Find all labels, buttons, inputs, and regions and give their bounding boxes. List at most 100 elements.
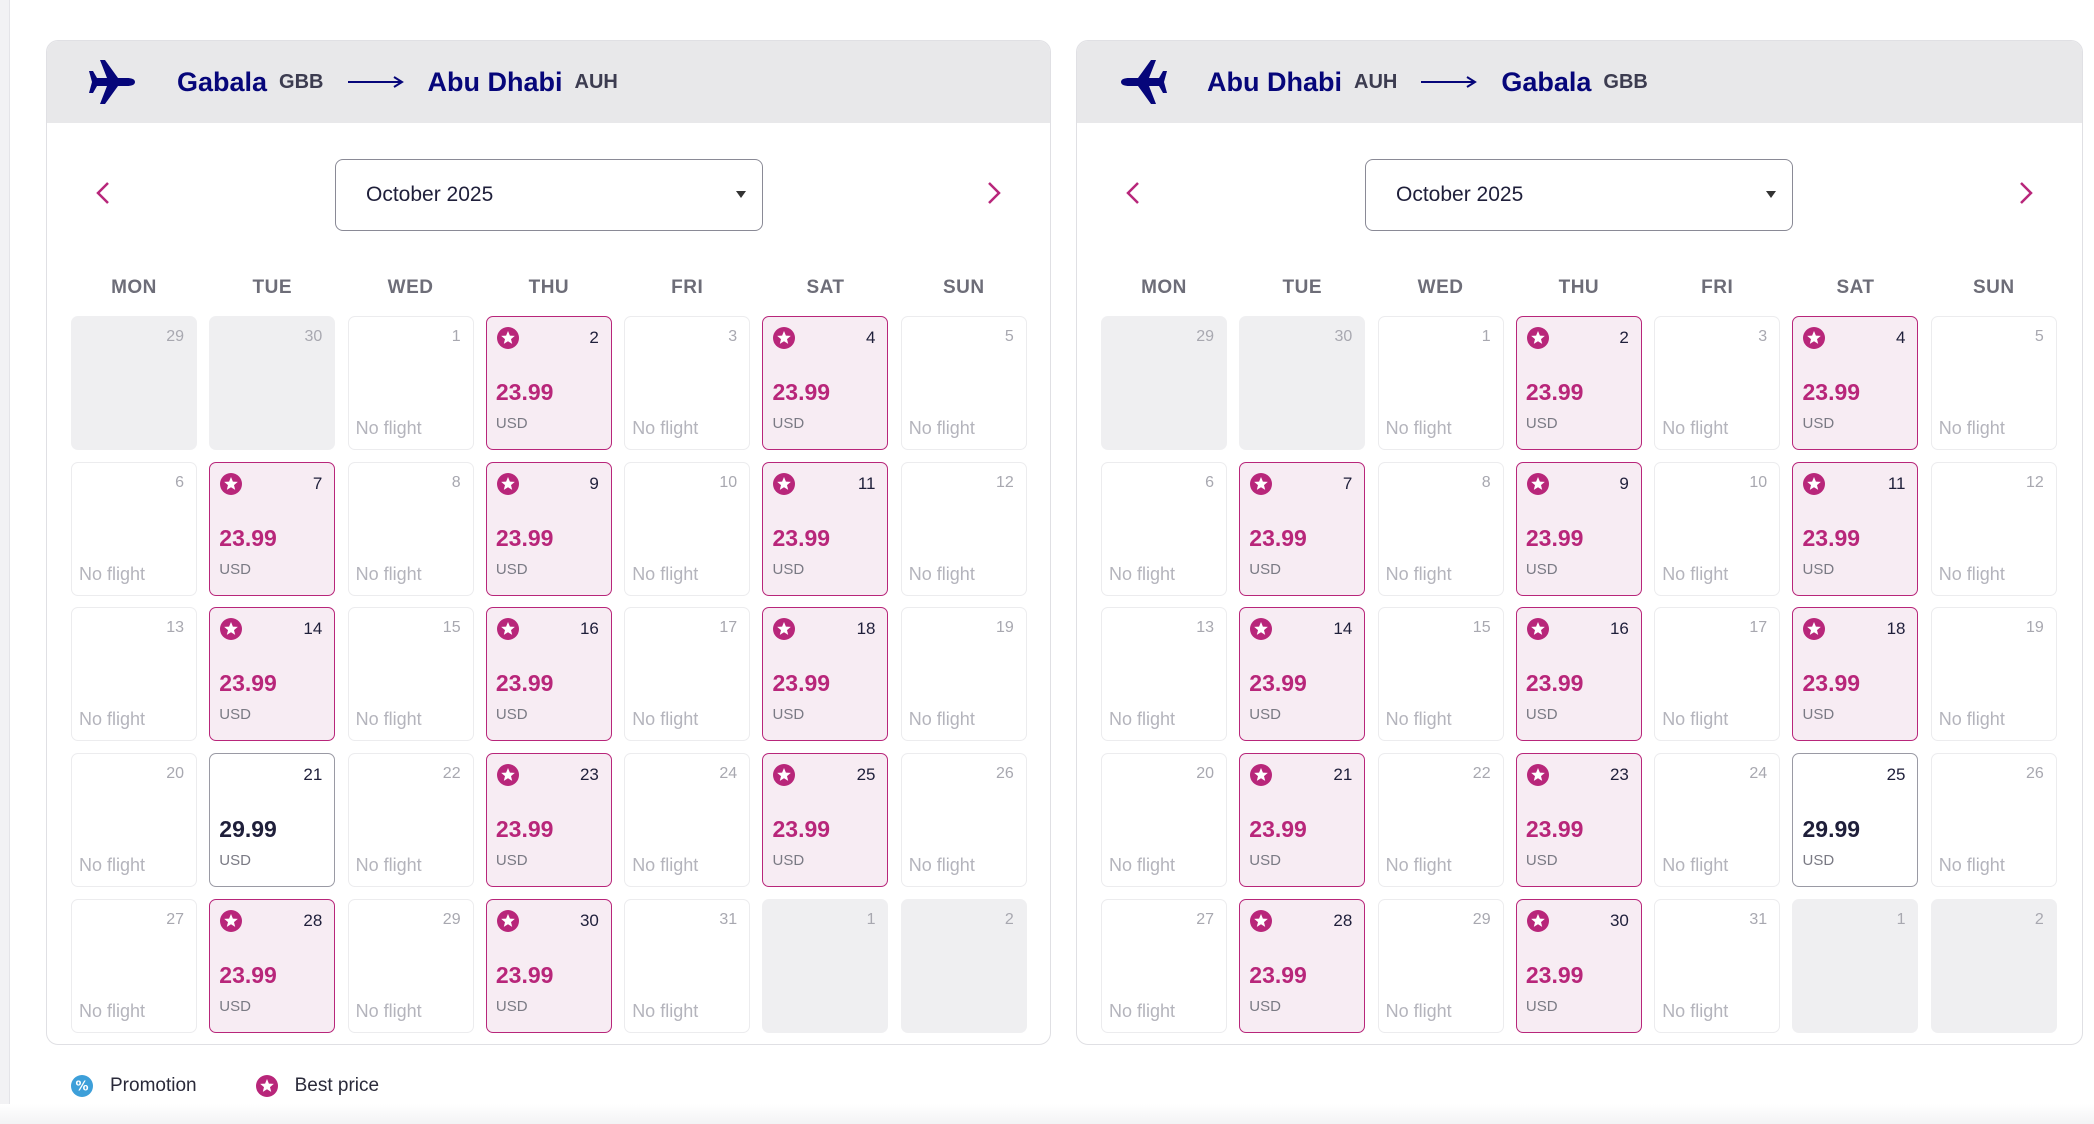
legend-promotion-label: Promotion [110,1075,197,1096]
price-value: 23.99 [495,961,554,988]
calendar-day-with-price[interactable]: 7 23.99 USD [1239,461,1366,596]
no-flight-label: No flight [79,563,146,584]
best-price-star-icon [1526,618,1549,641]
currency-label: USD [219,560,251,578]
day-number: 13 [166,619,184,637]
no-flight-label: No flight [1938,563,2005,584]
best-price-star-icon [773,327,796,349]
no-flight-label: No flight [908,855,975,876]
best-price-star-icon [1526,327,1549,349]
best-price-star-icon [496,472,519,495]
calendar-day-with-price[interactable]: 2 23.99 USD [485,316,612,450]
calendar-day-with-price[interactable]: 4 23.99 USD [762,316,889,450]
caret-down-icon [736,191,746,198]
best-price-star-icon [496,909,519,932]
calendar-day-with-price[interactable]: 9 23.99 USD [1515,461,1642,596]
currency-label: USD [1525,415,1558,432]
calendar-day-outside-month: 29 [1101,316,1227,450]
day-number: 29 [1196,328,1214,345]
month-navigation: October 2025 [47,123,1050,263]
best-price-star-icon [220,472,243,495]
weekday-label: MON [111,277,157,298]
no-flight-label: No flight [1385,855,1452,876]
calendar-day-with-price[interactable]: 18 23.99 USD [1792,607,1919,742]
calendar-day-no-flight: 12 No flight [900,461,1027,596]
origin-city: Gabala [177,66,268,97]
calendar-day-with-price[interactable]: 9 23.99 USD [485,461,612,596]
day-number: 31 [1749,910,1768,928]
calendar-day-with-price[interactable]: 25 29.99 USD [1792,753,1919,888]
next-month-button[interactable] [980,179,1008,207]
calendar-day-no-flight: 19 No flight [1930,607,2057,742]
best-price-star-icon [1526,764,1549,787]
calendar-day-with-price[interactable]: 16 23.99 USD [485,607,612,742]
calendar-day-with-price[interactable]: 11 23.99 USD [1792,461,1919,596]
day-number: 27 [166,910,184,928]
price-value: 23.99 [1249,670,1307,697]
day-number: 30 [1334,328,1353,345]
day-number: 1 [866,910,876,928]
calendar-day-with-price[interactable]: 16 23.99 USD [1515,607,1642,742]
price-value: 23.99 [1525,670,1584,697]
calendar-day-no-flight: 8 No flight [347,461,474,596]
day-number: 8 [1481,473,1491,491]
calendar-day-outside-month: 29 [71,316,197,450]
day-number: 4 [866,328,876,347]
calendar-day-outside-month: 1 [1792,898,1919,1033]
day-number: 15 [1472,619,1491,637]
previous-month-button[interactable] [89,179,117,207]
no-flight-label: No flight [1662,709,1729,730]
day-number: 5 [2034,328,2044,345]
day-number: 3 [728,328,738,345]
calendar-day-with-price[interactable]: 28 23.99 USD [209,898,336,1033]
currency-label: USD [1249,706,1281,724]
calendar-day-with-price[interactable]: 18 23.99 USD [762,607,889,742]
no-flight-label: No flight [355,855,422,876]
calendar-day-with-price[interactable]: 30 23.99 USD [485,898,612,1033]
calendar-day-with-price[interactable]: 25 23.99 USD [762,753,889,888]
day-number: 1 [1481,328,1491,345]
calendar-day-with-price[interactable]: 21 29.99 USD [209,753,336,888]
calendar-day-with-price[interactable]: 23 23.99 USD [1515,753,1642,888]
day-number: 14 [303,619,323,639]
month-select[interactable]: October 2025 [335,159,763,231]
calendar-day-with-price[interactable]: 7 23.99 USD [209,461,336,596]
price-value: 29.99 [219,816,277,843]
day-number: 6 [175,473,184,491]
calendar-day-with-price[interactable]: 21 23.99 USD [1239,753,1366,888]
calendar-day-with-price[interactable]: 14 23.99 USD [209,607,336,742]
month-select[interactable]: October 2025 [1365,159,1793,231]
previous-month-button[interactable] [1119,179,1147,207]
day-number: 19 [995,619,1014,637]
best-price-star-icon [255,1075,278,1097]
calendar-day-with-price[interactable]: 23 23.99 USD [485,753,612,888]
weekday-label: TUE [1282,277,1323,298]
day-number: 26 [995,765,1014,783]
calendar-day-with-price[interactable]: 11 23.99 USD [762,461,889,596]
calendar-day-no-flight: 13 No flight [1101,607,1227,742]
next-month-button[interactable] [2012,179,2040,207]
calendar-day-no-flight: 1 No flight [347,316,474,450]
currency-label: USD [1249,560,1281,578]
best-price-star-icon [496,764,519,787]
origin-code: GBB [279,70,324,93]
day-number: 25 [1886,765,1906,785]
return-calendar-panel: Abu Dhabi AUH Gabala GBB October 2025 MO… [1076,40,2083,1045]
caret-down-icon [1766,191,1776,198]
no-flight-label: No flight [632,855,699,876]
price-value: 23.99 [1802,379,1861,405]
page-edge [0,0,10,1124]
calendar-day-outside-month: 1 [762,898,889,1033]
day-number: 10 [1749,473,1768,491]
day-number: 17 [719,619,738,637]
promotion-icon: % [71,1075,93,1097]
calendar-day-with-price[interactable]: 4 23.99 USD [1792,316,1919,450]
calendar-day-with-price[interactable]: 14 23.99 USD [1239,607,1366,742]
calendar-day-with-price[interactable]: 28 23.99 USD [1239,898,1366,1033]
calendar-day-no-flight: 27 No flight [1101,898,1227,1033]
calendar-day-with-price[interactable]: 30 23.99 USD [1515,898,1642,1033]
day-number: 22 [1472,765,1491,783]
calendar-day-with-price[interactable]: 2 23.99 USD [1515,316,1642,450]
destination-code: AUH [574,70,618,93]
day-number: 21 [303,765,323,785]
